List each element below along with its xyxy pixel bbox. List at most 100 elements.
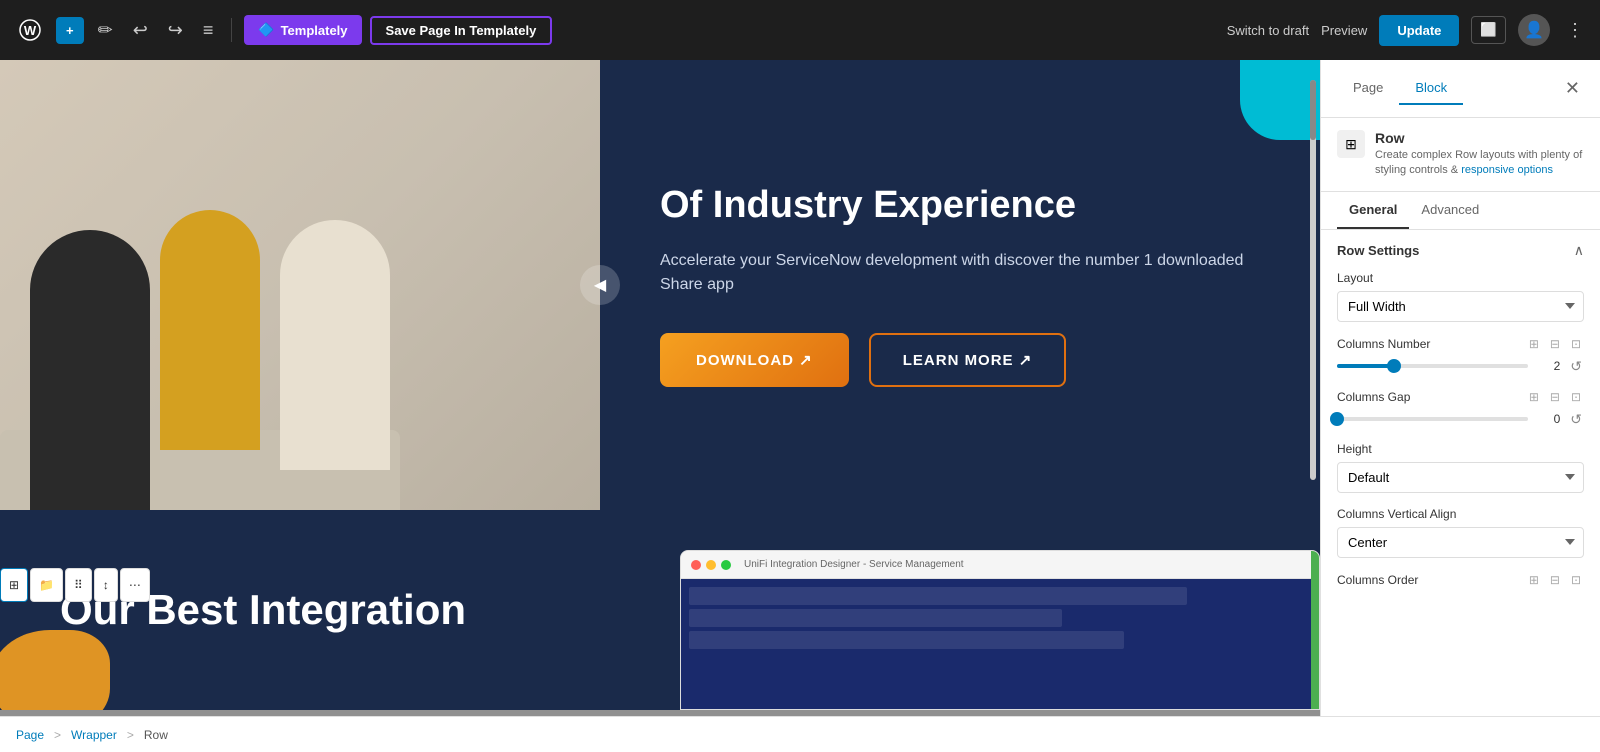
row-block-desc-text: Create complex Row layouts with plenty o…: [1375, 148, 1584, 179]
columns-gap-value: 0: [1536, 412, 1560, 426]
toolbar-divider: [231, 18, 232, 42]
drag-handle-icon: ⠿: [74, 578, 83, 592]
integration-screenshot-mockup: UniFi Integration Designer - Service Man…: [680, 550, 1320, 710]
columns-number-slider-row: 2 ↺: [1337, 358, 1584, 375]
columns-vertical-align-label: Columns Vertical Align: [1337, 507, 1584, 521]
cta-button-group: DOWNLOAD ↗ LEARN MORE ↗: [660, 333, 1260, 387]
columns-order-icon1[interactable]: ⊞: [1526, 572, 1542, 588]
user-icon: 👤: [1524, 20, 1544, 40]
columns-gap-icon2[interactable]: ⊟: [1547, 389, 1563, 405]
more-options-button[interactable]: ⋮: [1562, 16, 1588, 45]
breadcrumb-wrapper[interactable]: Wrapper: [71, 728, 117, 742]
screenshot-row-3: [689, 631, 1124, 649]
columns-gap-label-row: Columns Gap ⊞ ⊟ ⊡: [1337, 389, 1584, 405]
block-toolbar-more-icon[interactable]: ⋯: [120, 568, 150, 602]
columns-gap-form-group: Columns Gap ⊞ ⊟ ⊡ 0 ↺: [1337, 389, 1584, 428]
tab-page[interactable]: Page: [1337, 72, 1399, 105]
columns-gap-slider-thumb[interactable]: [1330, 412, 1344, 426]
section-title: Of Industry Experience: [660, 183, 1260, 229]
undo-button[interactable]: ↩: [127, 14, 154, 47]
templately-button[interactable]: 🔷 Templately: [244, 15, 361, 45]
row-block-description: Row Create complex Row layouts with plen…: [1375, 130, 1584, 179]
right-panel: Page Block ✕ ⊞ Row Create complex Row la…: [1320, 60, 1600, 716]
green-indicator-bar: [1311, 551, 1319, 709]
scroll-indicator: [1310, 80, 1316, 480]
person2-shape: [160, 210, 260, 450]
row-block-icon: ⊞: [1337, 130, 1365, 158]
block-toolbar-folder-icon[interactable]: 📁: [30, 568, 63, 602]
switch-to-draft-button[interactable]: Switch to draft: [1227, 23, 1309, 38]
block-toolbar-drag-icon[interactable]: ⠿: [65, 568, 92, 602]
list-icon: ≡: [203, 20, 214, 41]
main-toolbar: W + ✏ ↩ ↪ ≡ 🔷 Templately Save Page In Te…: [0, 0, 1600, 60]
columns-order-icon2[interactable]: ⊟: [1547, 572, 1563, 588]
edit-icon-button[interactable]: ✏: [92, 14, 119, 47]
add-block-button[interactable]: +: [56, 17, 84, 44]
tab-advanced[interactable]: Advanced: [1409, 192, 1491, 229]
dots-icon: ⋯: [129, 578, 141, 592]
orange-splash-decoration: [0, 630, 110, 710]
breadcrumb-sep1: >: [54, 728, 61, 742]
breadcrumb-page[interactable]: Page: [16, 728, 44, 742]
redo-button[interactable]: ↪: [162, 14, 189, 47]
row-settings-collapse-icon: ∧: [1574, 242, 1584, 259]
view-icon: ⬜: [1480, 22, 1497, 37]
page-section-bottom: Our Best Integration UniFi Integration D…: [0, 510, 1320, 710]
learn-more-button[interactable]: LEARN MORE ↗: [869, 333, 1067, 387]
columns-gap-label: Columns Gap: [1337, 390, 1521, 404]
breadcrumb-row: Row: [144, 728, 168, 742]
tab-block[interactable]: Block: [1399, 72, 1463, 105]
columns-order-label-row: Columns Order ⊞ ⊟ ⊡: [1337, 572, 1584, 588]
screenshot-titlebar: UniFi Integration Designer - Service Man…: [681, 551, 1319, 579]
screenshot-row-1: [689, 587, 1187, 605]
columns-order-icon3[interactable]: ⊡: [1568, 572, 1584, 588]
preview-button[interactable]: Preview: [1321, 23, 1367, 38]
tab-general[interactable]: General: [1337, 192, 1409, 229]
row-settings-header[interactable]: Row Settings ∧: [1337, 242, 1584, 259]
columns-number-reset-button[interactable]: ↺: [1568, 358, 1584, 375]
block-toolbar-move-icon[interactable]: ↕: [94, 568, 118, 602]
view-toggle-button[interactable]: ⬜: [1471, 16, 1506, 44]
columns-number-slider-track[interactable]: [1337, 364, 1528, 368]
columns-number-value: 2: [1536, 359, 1560, 373]
save-templately-button[interactable]: Save Page In Templately: [370, 16, 553, 45]
height-form-group: Height Default Full Height Min Height: [1337, 442, 1584, 493]
chevron-up-icon: ↕: [103, 578, 109, 592]
user-avatar-button[interactable]: 👤: [1518, 14, 1550, 46]
teal-accent-decoration: [1240, 60, 1320, 140]
columns-gap-slider-row: 0 ↺: [1337, 411, 1584, 428]
panel-close-button[interactable]: ✕: [1561, 74, 1584, 103]
columns-gap-icon1[interactable]: ⊞: [1526, 389, 1542, 405]
columns-gap-slider-track[interactable]: [1337, 417, 1528, 421]
wp-logo[interactable]: W: [12, 12, 48, 48]
columns-number-icon2[interactable]: ⊟: [1547, 336, 1563, 352]
columns-gap-icon3[interactable]: ⊡: [1568, 389, 1584, 405]
update-button[interactable]: Update: [1379, 15, 1459, 46]
grid-icon: ⊞: [9, 578, 19, 592]
undo-icon: ↩: [133, 20, 148, 41]
person1-shape: [30, 230, 150, 510]
svg-text:W: W: [24, 23, 37, 38]
layout-select[interactable]: Full Width Boxed Content Width: [1337, 291, 1584, 322]
columns-number-icon1[interactable]: ⊞: [1526, 336, 1542, 352]
list-view-button[interactable]: ≡: [197, 14, 220, 47]
redo-icon: ↪: [168, 20, 183, 41]
columns-number-icon3[interactable]: ⊡: [1568, 336, 1584, 352]
breadcrumb-sep2: >: [127, 728, 134, 742]
height-select[interactable]: Default Full Height Min Height: [1337, 462, 1584, 493]
columns-gap-reset-button[interactable]: ↺: [1568, 411, 1584, 428]
columns-vertical-align-select[interactable]: Top Center Bottom: [1337, 527, 1584, 558]
columns-number-slider-thumb[interactable]: [1387, 359, 1401, 373]
templately-label: Templately: [281, 23, 348, 38]
person3-shape: [280, 220, 390, 470]
canvas-area: ◀ Of Industry Experience Accelerate your…: [0, 60, 1320, 716]
status-bar: Page > Wrapper > Row: [0, 716, 1600, 752]
pencil-icon: ✏: [98, 20, 113, 41]
columns-vertical-align-form-group: Columns Vertical Align Top Center Bottom: [1337, 507, 1584, 558]
download-button[interactable]: DOWNLOAD ↗: [660, 333, 849, 387]
block-toolbar-type-icon[interactable]: ⊞: [0, 568, 28, 602]
nav-arrow-button[interactable]: ◀: [580, 265, 620, 305]
layout-form-group: Layout Full Width Boxed Content Width: [1337, 271, 1584, 322]
row-block-name: Row: [1375, 130, 1584, 146]
panel-header: Page Block ✕: [1321, 60, 1600, 118]
